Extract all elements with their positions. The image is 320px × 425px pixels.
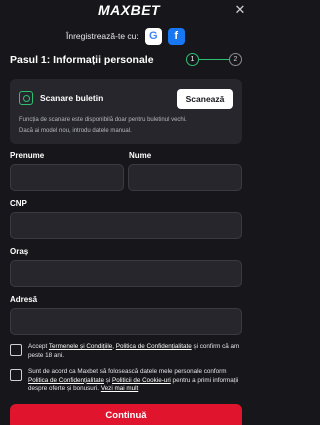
step-indicator-1: 1 [186,53,199,66]
cnp-input[interactable] [10,212,242,239]
see-more-link[interactable]: Vezi mai mult [101,385,138,392]
scan-description-line-1: Funcția de scanare este disponibilă doar… [19,117,187,123]
marketing-checkbox[interactable] [10,369,22,381]
marketing-consent-text: Sunt de acord ca Maxbet să folosească da… [28,368,242,394]
cookie-policy-link[interactable]: Politicii de Cookie-uri [112,377,171,384]
last-name-input[interactable] [128,164,242,191]
google-icon[interactable]: G [144,27,162,45]
maxbet-logo: MAXBET [98,2,161,18]
scan-button[interactable]: Scanează [177,89,233,109]
terms-consent-row: Accept Termenele și Condițiile, Politica… [10,343,242,360]
social-register-row: Înregistrează-te cu: G f [66,27,185,45]
last-name-label: Nume [129,151,152,160]
step-title: Pasul 1: Informații personale [10,54,154,66]
facebook-icon[interactable]: f [167,27,185,45]
step-indicator-2: 2 [229,53,242,66]
terms-prefix: Accept [28,343,49,350]
register-with-label: Înregistrează-te cu: [66,31,139,41]
step-progress-line [199,59,229,60]
city-input[interactable] [10,260,242,287]
terms-link[interactable]: Termenele și Condițiile [49,343,112,350]
terms-consent-text: Accept Termenele și Condițiile, Politica… [28,343,242,360]
scan-description-line-2: Dacă ai model nou, introdu datele manual… [19,128,132,134]
first-name-label: Prenume [10,151,45,160]
address-input[interactable] [10,308,242,335]
cnp-label: CNP [10,199,27,208]
privacy-policy-link[interactable]: Politica de Confidențialitate [116,343,192,350]
scan-description: Funcția de scanare este disponibilă doar… [19,115,237,137]
top-bar: MAXBET ✕ [0,0,250,24]
id-scan-panel: Scanare buletin Scanează Funcția de scan… [10,79,242,144]
scan-icon [19,91,33,105]
marketing-privacy-link[interactable]: Politica de Confidențialitate [28,377,104,384]
scan-title: Scanare buletin [40,93,104,103]
continue-button[interactable]: Continuă [10,404,242,425]
marketing-consent-row: Sunt de acord ca Maxbet să folosească da… [10,368,242,394]
terms-checkbox[interactable] [10,344,22,356]
stepper: 1 2 [186,53,242,66]
first-name-input[interactable] [10,164,124,191]
marketing-separator: și [103,376,113,384]
city-label: Oraș [10,247,29,256]
close-icon[interactable]: ✕ [233,3,247,17]
marketing-prefix: Sunt de acord ca Maxbet să folosească da… [28,368,227,375]
address-label: Adresă [10,295,38,304]
